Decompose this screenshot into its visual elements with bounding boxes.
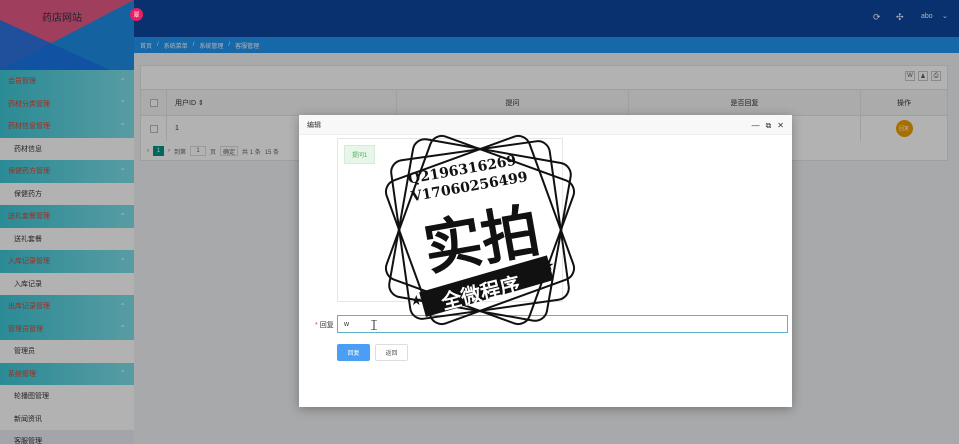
back-button[interactable]: 返回: [375, 344, 408, 361]
minimize-icon[interactable]: —: [752, 121, 760, 131]
maximize-icon[interactable]: ⧉: [766, 121, 772, 131]
app-badge: 翠: [130, 8, 143, 21]
required-star: *: [315, 322, 318, 329]
close-icon[interactable]: ✕: [777, 121, 784, 131]
reply-label: * 回复: [315, 322, 334, 329]
star-icon: ★: [542, 257, 555, 273]
dialog-controls: — ⧉ ✕: [752, 121, 784, 131]
watermark-stamp: Q2196316269 V17060256499 实拍 全微程序 ★ ★: [384, 134, 576, 326]
star-icon: ★: [410, 292, 423, 308]
text-cursor-icon: [371, 320, 377, 330]
submit-reply-button[interactable]: 回复: [337, 344, 370, 361]
